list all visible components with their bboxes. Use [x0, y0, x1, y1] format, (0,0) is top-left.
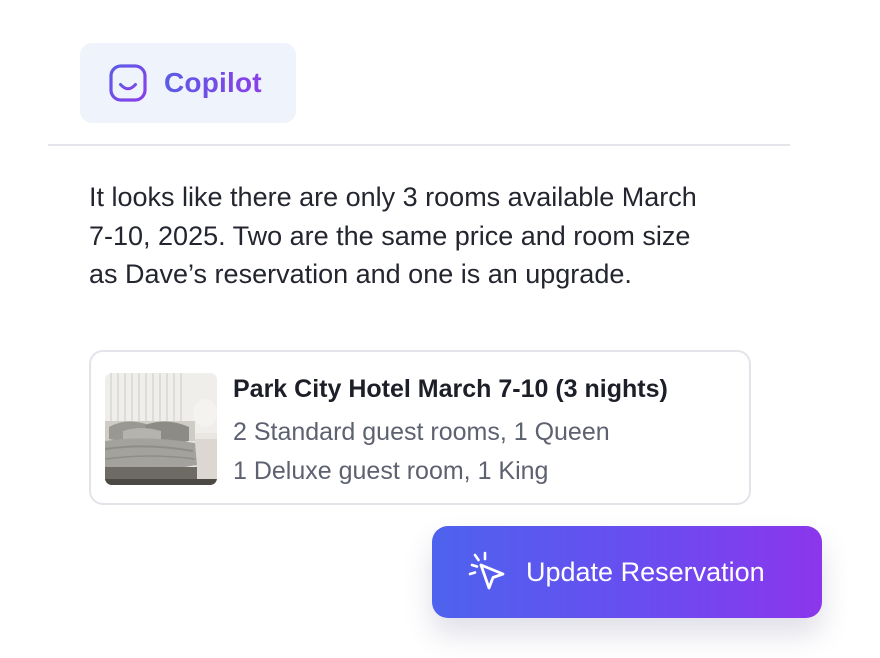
hotel-result-title: Park City Hotel March 7-10 (3 nights): [233, 375, 668, 403]
hotel-result-info: Park City Hotel March 7-10 (3 nights) 2 …: [233, 372, 668, 491]
header-divider: [48, 144, 790, 146]
room-option-line: 2 Standard guest rooms, 1 Queen: [233, 418, 610, 446]
hotel-result-card[interactable]: Park City Hotel March 7-10 (3 nights) 2 …: [89, 350, 751, 505]
copilot-label: Copilot: [164, 67, 262, 98]
hotel-room-thumbnail: [105, 373, 217, 485]
assistant-message: It looks like there are only 3 rooms ava…: [89, 182, 697, 289]
update-reservation-button[interactable]: Update Reservation: [432, 526, 822, 618]
cursor-click-icon: [466, 551, 508, 593]
update-reservation-label: Update Reservation: [526, 556, 765, 587]
room-option-line: 1 Deluxe guest room, 1 King: [233, 457, 549, 485]
copilot-badge: Copilot: [80, 43, 296, 123]
copilot-smiley-icon: [108, 63, 148, 103]
